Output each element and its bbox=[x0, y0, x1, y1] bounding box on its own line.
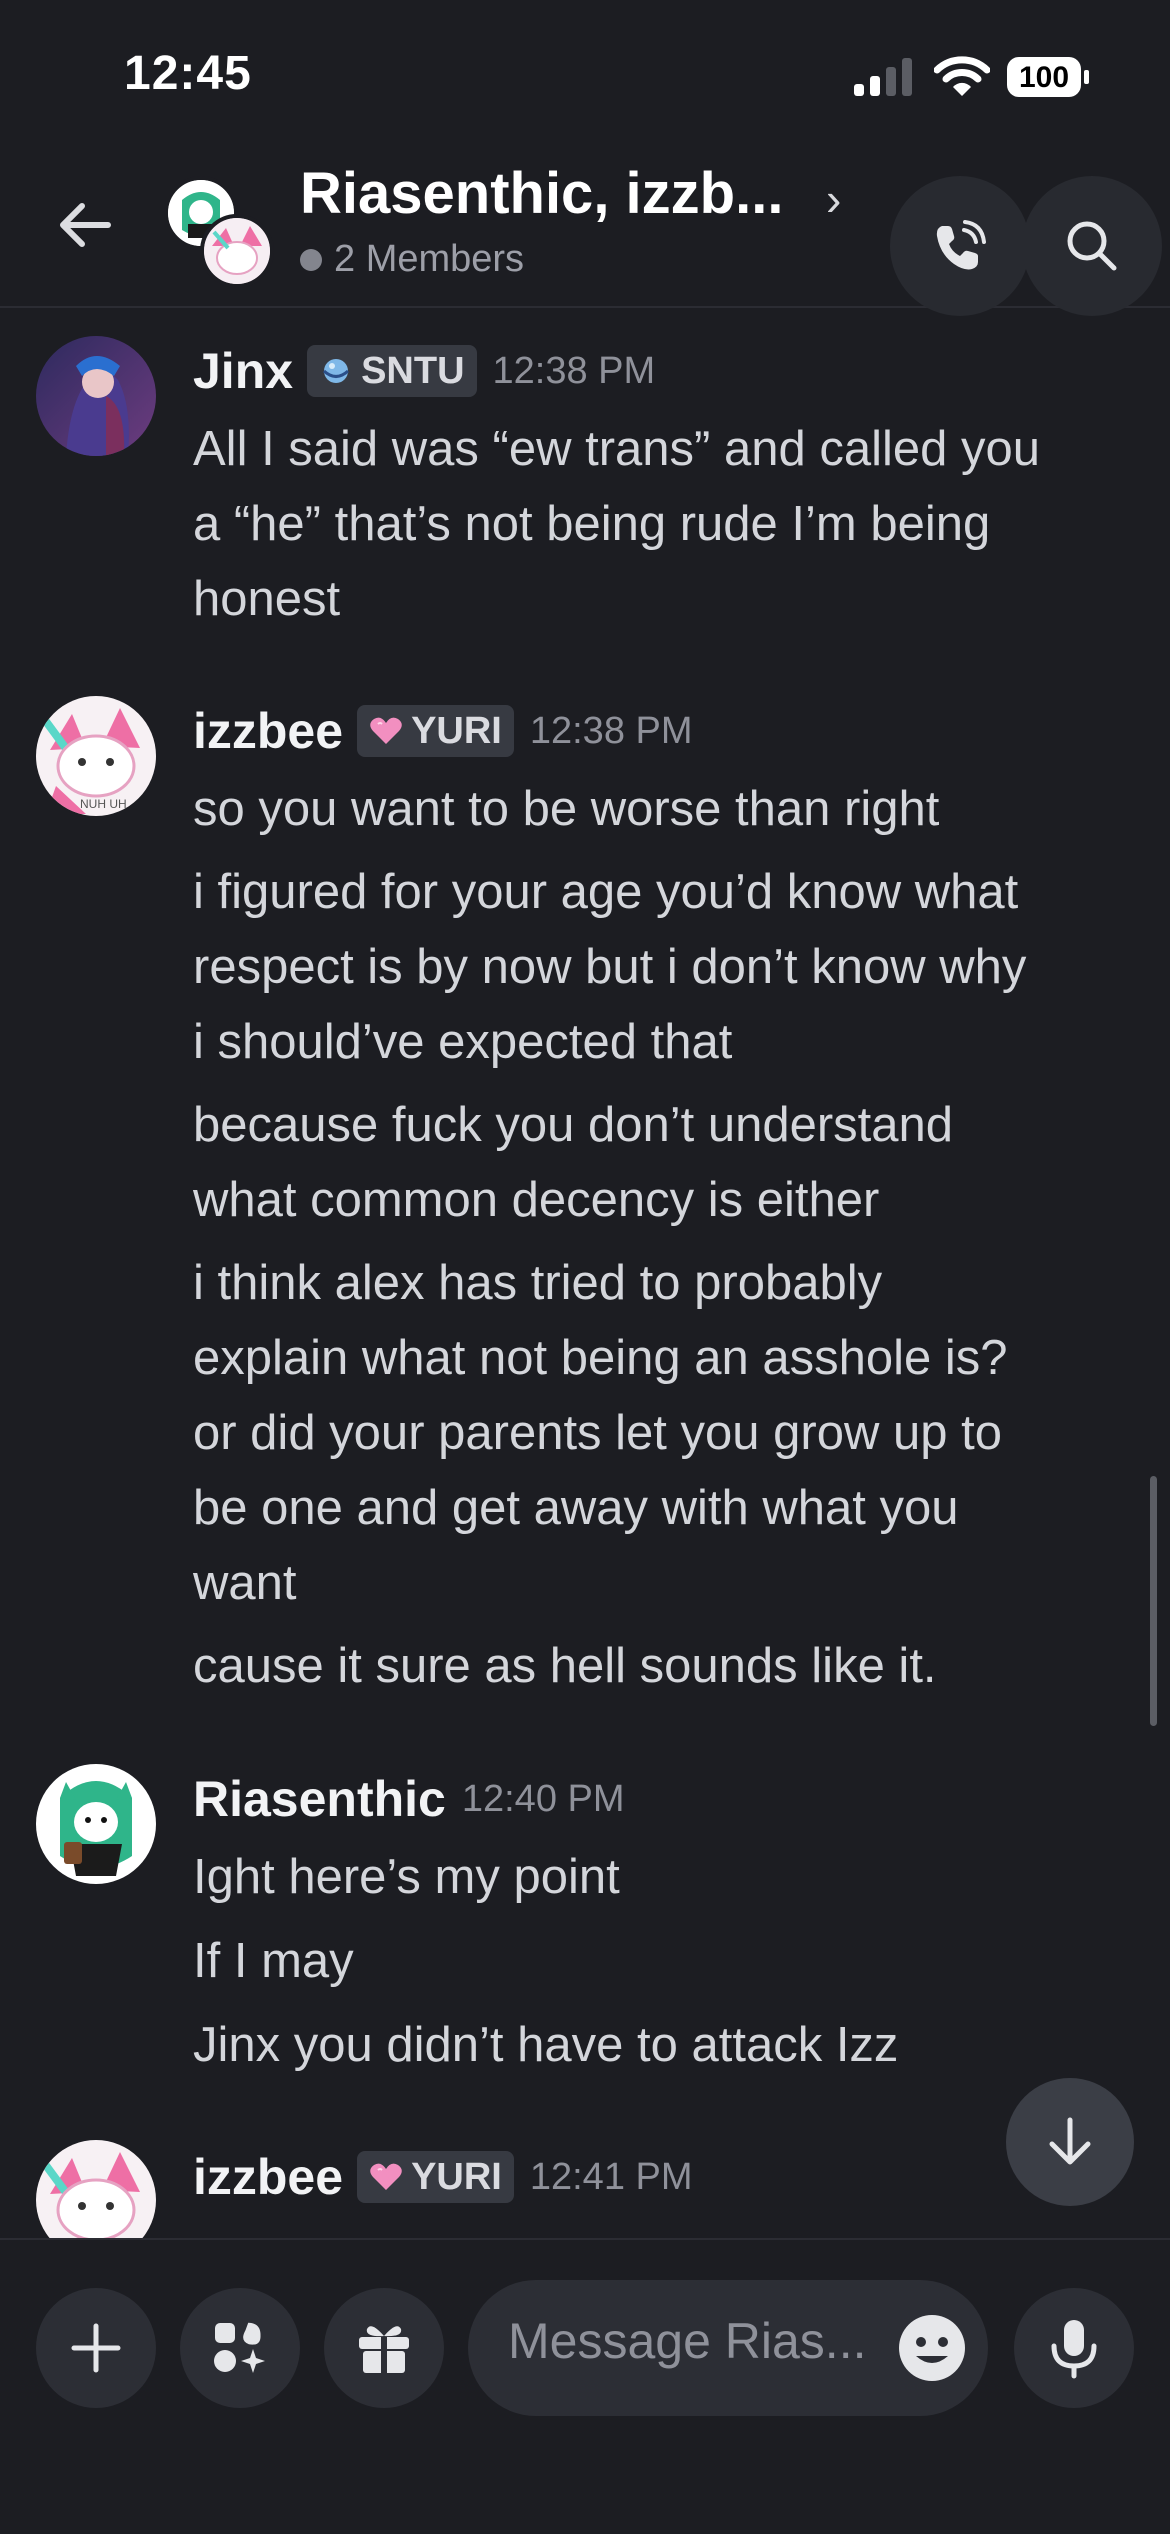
chevron-right-icon[interactable]: › bbox=[826, 172, 841, 226]
server-tag[interactable]: YURI bbox=[357, 705, 514, 757]
message-text: If I may bbox=[193, 1934, 354, 1988]
message-header: izzbee YURI 12:38 PM bbox=[193, 702, 693, 760]
battery-level: 100 bbox=[1018, 61, 1070, 94]
microphone-icon bbox=[1051, 2320, 1097, 2379]
status-dot bbox=[300, 248, 322, 271]
message-text: what common decency is either bbox=[193, 1173, 880, 1227]
timestamp: 12:38 PM bbox=[529, 709, 693, 752]
group-avatar[interactable] bbox=[164, 176, 276, 288]
tag-label: YURI bbox=[411, 2155, 502, 2198]
timestamp: 12:40 PM bbox=[461, 1777, 625, 1820]
back-arrow-icon[interactable] bbox=[50, 190, 120, 260]
tag-label: YURI bbox=[411, 709, 502, 752]
message-text: i should’ve expected that bbox=[193, 1015, 733, 1069]
gift-icon bbox=[359, 2326, 409, 2373]
channel-title[interactable]: Riasenthic, izzb... bbox=[300, 160, 783, 227]
server-tag[interactable]: SNTU bbox=[307, 345, 477, 397]
message-text: so you want to be worse than right bbox=[193, 782, 940, 836]
scrollbar[interactable] bbox=[1150, 1476, 1157, 1726]
message-list[interactable]: Jinx SNTU 12:38 PM All I said was “ew tr… bbox=[0, 308, 1170, 2238]
message-text: i figured for your age you’d know what bbox=[193, 865, 1019, 919]
voice-call-button[interactable] bbox=[890, 176, 1030, 316]
voice-message-button[interactable] bbox=[1014, 2288, 1134, 2408]
message-text: a “he” that’s not being rude I’m being bbox=[193, 497, 991, 551]
message-text: because fuck you don’t understand bbox=[193, 1098, 954, 1152]
avatar[interactable]: NUH UH bbox=[36, 696, 156, 816]
svg-text:NUH UH: NUH UH bbox=[80, 797, 127, 811]
avatar[interactable] bbox=[36, 2140, 156, 2238]
apps-button[interactable] bbox=[180, 2288, 300, 2408]
server-tag[interactable]: YURI bbox=[357, 2151, 514, 2203]
username[interactable]: Riasenthic bbox=[193, 1770, 446, 1828]
avatar[interactable] bbox=[36, 336, 156, 456]
member-count: 2 Members bbox=[300, 238, 524, 281]
chat-header: Riasenthic, izzb... › 2 Members bbox=[0, 150, 1170, 316]
message-text: All I said was “ew trans” and called you bbox=[193, 422, 1040, 476]
timestamp: 12:41 PM bbox=[529, 2155, 693, 2198]
message-text: want bbox=[193, 1556, 297, 1610]
status-time: 12:45 bbox=[124, 47, 252, 100]
message-header: Riasenthic 12:40 PM bbox=[193, 1770, 625, 1828]
avatar[interactable] bbox=[36, 1764, 156, 1884]
message-text: Ight here’s my point bbox=[193, 1850, 620, 1904]
member-count-label: 2 Members bbox=[334, 238, 525, 280]
member-avatar-izzbee bbox=[200, 214, 274, 288]
phone-icon bbox=[936, 220, 986, 270]
gift-button[interactable] bbox=[324, 2288, 444, 2408]
jump-to-bottom-button[interactable] bbox=[1006, 2078, 1134, 2206]
wifi-icon bbox=[934, 56, 990, 96]
emoji-icon[interactable] bbox=[896, 2312, 968, 2384]
add-attachment-button[interactable] bbox=[36, 2288, 156, 2408]
pink-heart-icon bbox=[370, 717, 402, 744]
message-text: explain what not being an asshole is? bbox=[193, 1331, 1008, 1385]
message-text: be one and get away with what you bbox=[193, 1481, 959, 1535]
arrow-down-icon bbox=[1049, 2117, 1091, 2165]
battery-indicator: 100 bbox=[1006, 56, 1090, 98]
apps-sparkle-icon bbox=[214, 2322, 265, 2373]
search-button[interactable] bbox=[1022, 176, 1162, 316]
message-text: respect is by now but i don’t know why bbox=[193, 940, 1027, 994]
plus-icon bbox=[71, 2323, 121, 2373]
username[interactable]: Jinx bbox=[193, 342, 293, 400]
status-bar: 12:45 100 bbox=[0, 0, 1170, 150]
pink-heart-icon bbox=[370, 2163, 402, 2190]
message-composer: Message Rias... bbox=[0, 2238, 1170, 2534]
message-text: or did your parents let you grow up to bbox=[193, 1406, 1002, 1460]
message-header: Jinx SNTU 12:38 PM bbox=[193, 342, 655, 400]
message-text: honest bbox=[193, 572, 341, 626]
message-text: Jinx you didn’t have to attack Izz bbox=[193, 2018, 899, 2072]
message-input-placeholder: Message Rias... bbox=[508, 2313, 867, 2369]
username[interactable]: izzbee bbox=[193, 702, 343, 760]
cellular-signal-icon bbox=[854, 58, 912, 96]
message-text: cause it sure as hell sounds like it. bbox=[193, 1639, 937, 1693]
search-icon bbox=[1067, 221, 1117, 271]
tag-label: SNTU bbox=[361, 349, 465, 392]
username[interactable]: izzbee bbox=[193, 2148, 343, 2206]
planet-icon bbox=[323, 359, 350, 383]
message-text: i think alex has tried to probably bbox=[193, 1256, 883, 1310]
timestamp: 12:38 PM bbox=[492, 349, 656, 392]
message-header: izzbee YURI 12:41 PM bbox=[193, 2148, 693, 2206]
